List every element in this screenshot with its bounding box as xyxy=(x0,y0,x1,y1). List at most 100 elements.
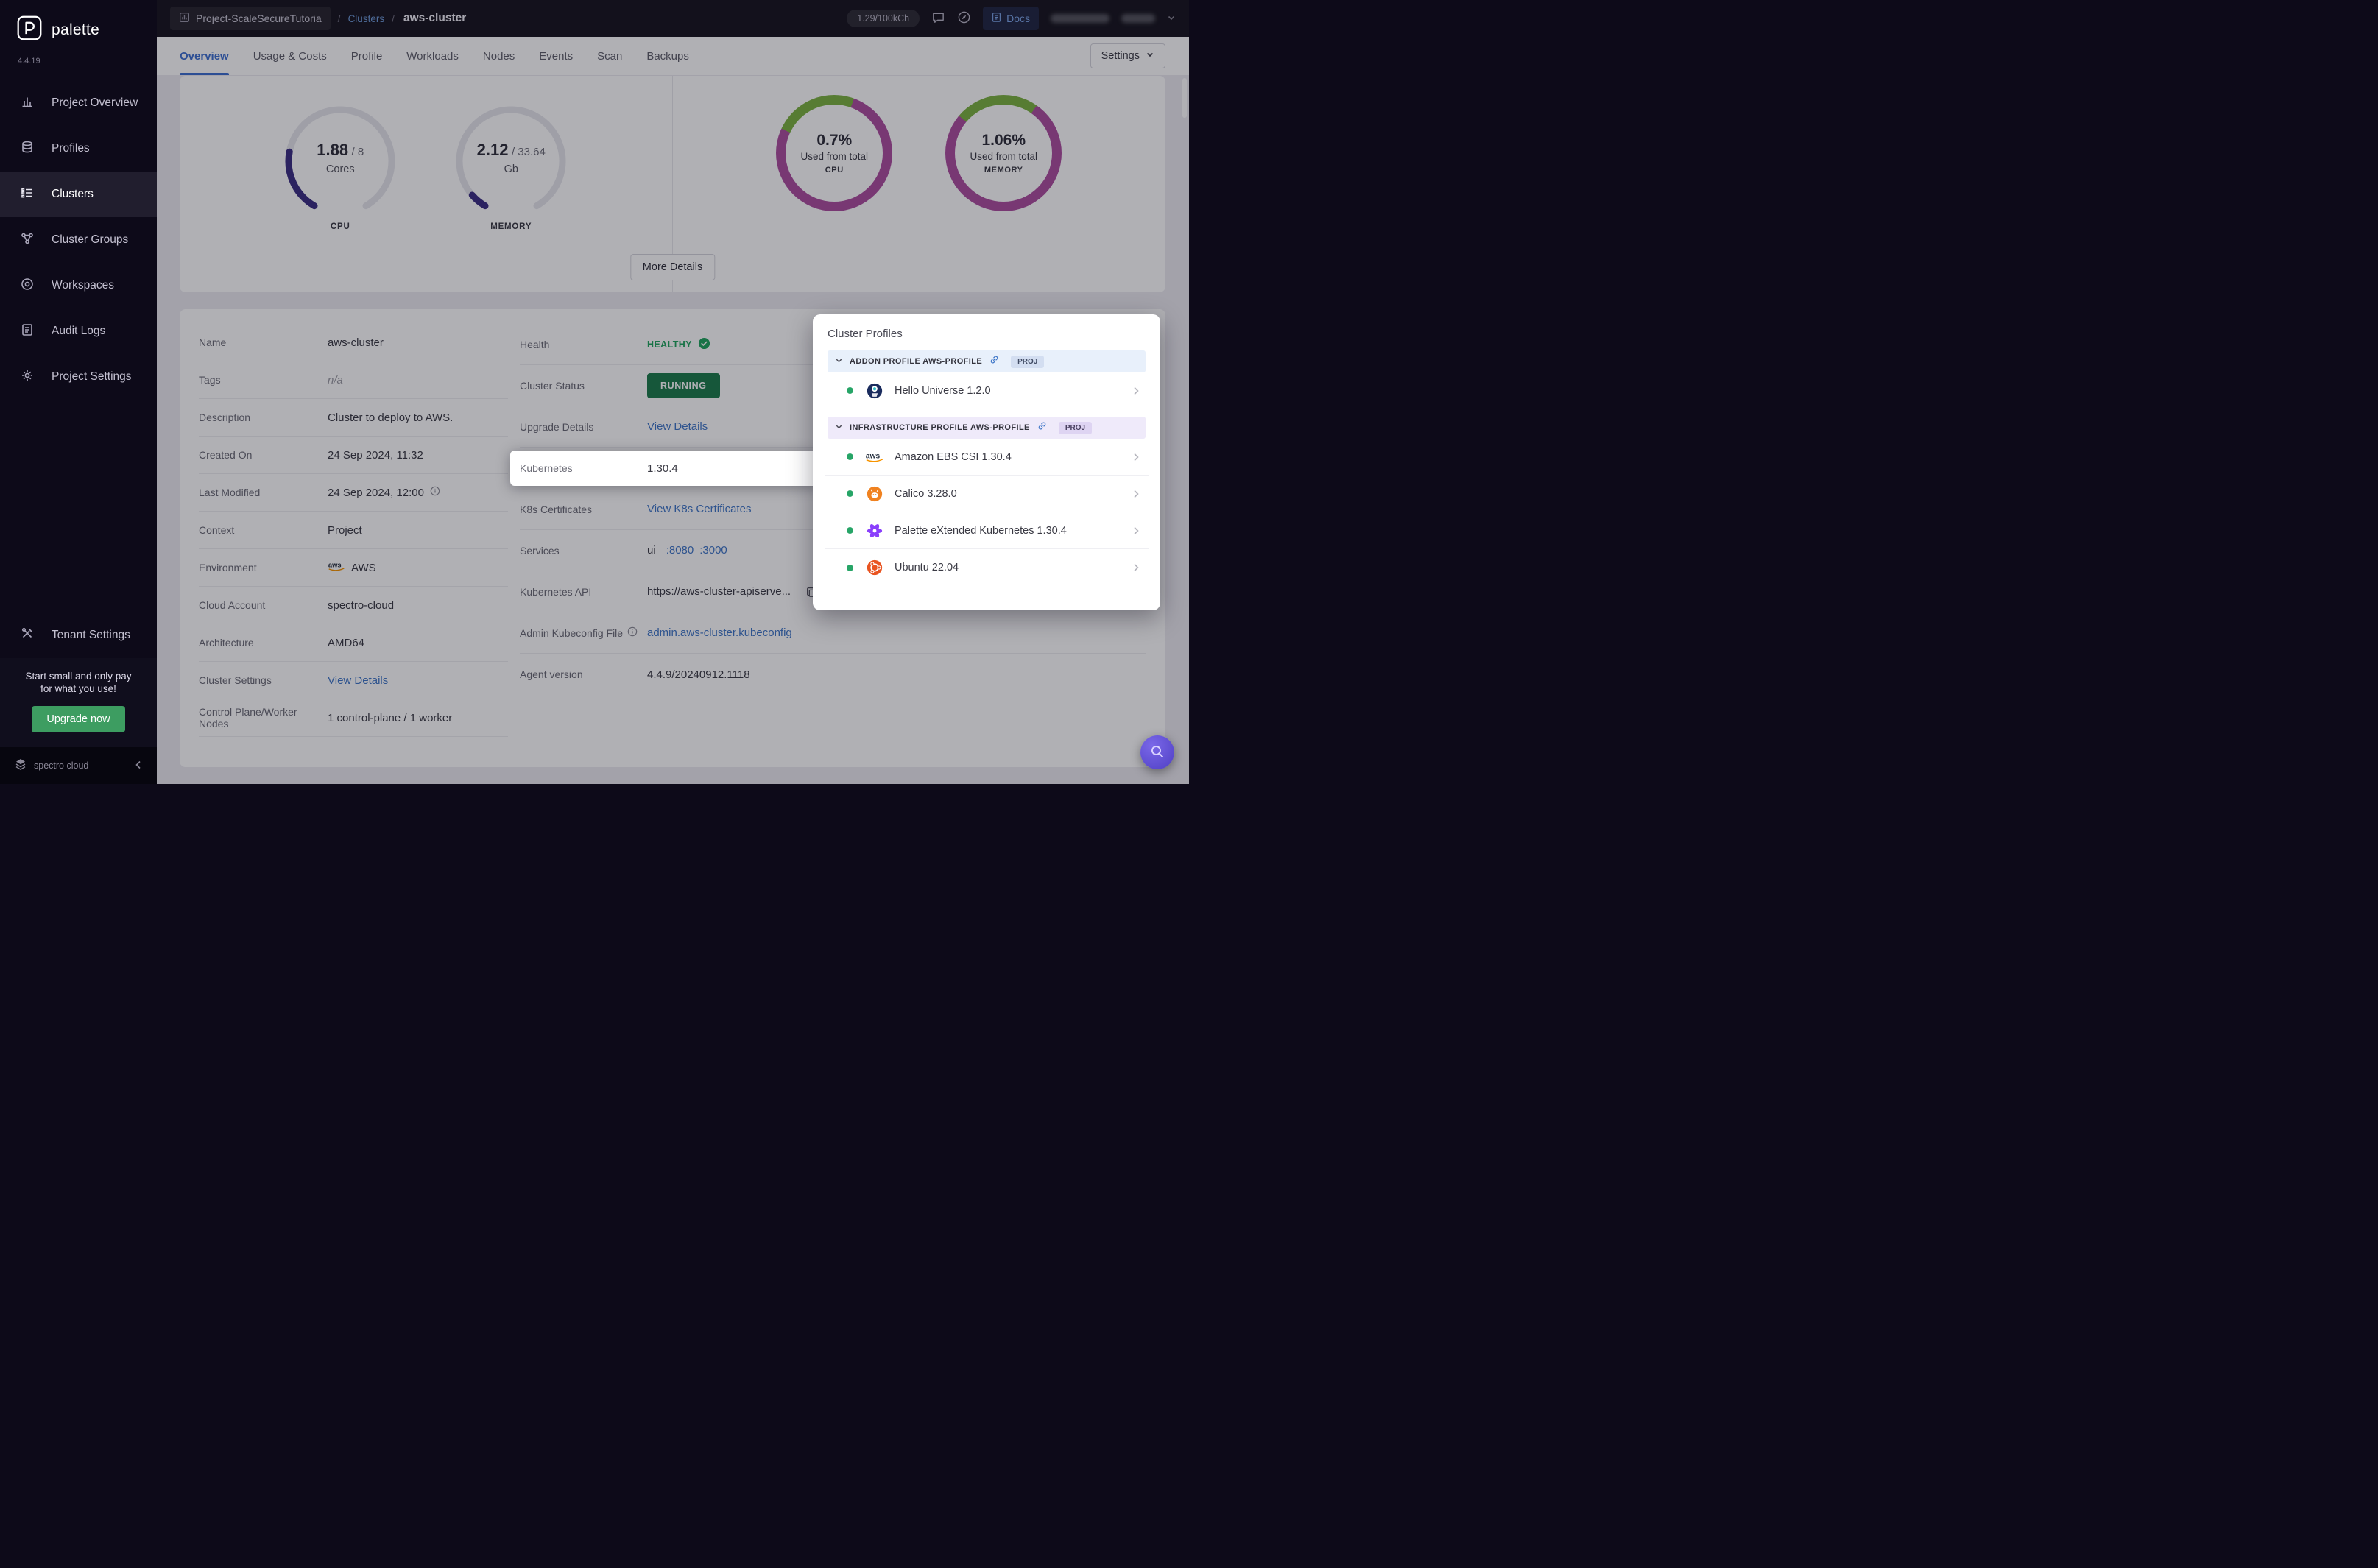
info-icon[interactable] xyxy=(430,486,440,499)
detail-value: spectro-cloud xyxy=(328,598,395,612)
sidebar-item-workspaces[interactable]: Workspaces xyxy=(0,263,157,308)
link-icon[interactable] xyxy=(1037,420,1048,435)
cpu-usage-percent: 0.7% xyxy=(816,132,853,149)
tab-workloads[interactable]: Workloads xyxy=(406,37,459,75)
chevron-down-icon xyxy=(835,355,843,368)
info-icon[interactable] xyxy=(627,626,638,639)
chevron-left-icon xyxy=(133,760,144,772)
detail-row-description: Description Cluster to deploy to AWS. xyxy=(199,399,508,437)
settings-dropdown-button[interactable]: Settings xyxy=(1090,43,1165,68)
detail-label: Tags xyxy=(199,374,221,386)
view-details-link[interactable]: View Details xyxy=(328,674,388,687)
profile-item-name: Amazon EBS CSI 1.30.4 xyxy=(895,451,1012,463)
detail-row-nodes: Control Plane/Worker Nodes 1 control-pla… xyxy=(199,699,508,737)
aws-logo-icon: aws xyxy=(865,448,884,467)
user-menu-button[interactable] xyxy=(1167,13,1176,24)
profile-item-hello-universe[interactable]: Hello Universe 1.2.0 xyxy=(825,372,1149,409)
detail-row-name: Name aws-cluster xyxy=(199,324,508,361)
tab-backups[interactable]: Backups xyxy=(646,37,689,75)
tab-nodes[interactable]: Nodes xyxy=(483,37,515,75)
aws-logo-icon: aws xyxy=(328,560,345,575)
sidebar-item-project-overview[interactable]: Project Overview xyxy=(0,80,157,126)
tab-events[interactable]: Events xyxy=(539,37,573,75)
sidebar-item-label: Cluster Groups xyxy=(52,233,129,246)
infrastructure-profile-header[interactable]: INFRASTRUCTURE PROFILE AWS-PROFILE PROJ xyxy=(828,417,1146,439)
brand-label: spectro cloud xyxy=(34,760,89,771)
view-k8s-certificates-link[interactable]: View K8s Certificates xyxy=(647,503,751,515)
health-value: HEALTHY xyxy=(647,339,692,350)
tab-profile[interactable]: Profile xyxy=(351,37,383,75)
sidebar-item-profiles[interactable]: Profiles xyxy=(0,126,157,172)
service-port-link[interactable]: :3000 xyxy=(699,544,727,557)
profile-item-calico[interactable]: Calico 3.28.0 xyxy=(825,476,1149,512)
detail-row-last-modified: Last Modified 24 Sep 2024, 12:00 xyxy=(199,474,508,512)
collapse-sidebar-button[interactable] xyxy=(133,760,144,772)
layers-icon xyxy=(20,140,35,158)
profile-item-palette-extended-kubernetes[interactable]: Palette eXtended Kubernetes 1.30.4 xyxy=(825,512,1149,549)
status-dot xyxy=(847,564,853,571)
usage-donuts: 0.7% Used from total CPU 1.06% Used from… xyxy=(673,76,1166,292)
svg-text:aws: aws xyxy=(328,561,342,569)
chat-button[interactable] xyxy=(931,10,945,27)
cluster-profiles-title: Cluster Profiles xyxy=(828,328,903,340)
view-details-link[interactable]: View Details xyxy=(647,420,708,433)
addon-profile-header[interactable]: ADDON PROFILE AWS-PROFILE PROJ xyxy=(828,350,1146,372)
chevron-down-icon xyxy=(835,421,843,434)
upgrade-now-button[interactable]: Upgrade now xyxy=(32,706,125,732)
detail-row-cluster-settings: Cluster Settings View Details xyxy=(199,662,508,699)
sidebar-item-cluster-groups[interactable]: Cluster Groups xyxy=(0,217,157,263)
logo-text: palette xyxy=(52,21,100,38)
sidebar-item-audit-logs[interactable]: Audit Logs xyxy=(0,308,157,354)
kubeconfig-download-link[interactable]: admin.aws-cluster.kubeconfig xyxy=(647,626,792,639)
sidebar-item-label: Project Settings xyxy=(52,370,132,383)
memory-gauge-text: 2.12 / 33.64 Gb xyxy=(452,141,570,175)
sidebar-item-project-settings[interactable]: Project Settings xyxy=(0,354,157,400)
main-area: Project-ScaleSecureTutoria / Clusters / … xyxy=(157,0,1189,784)
assistant-fab-button[interactable] xyxy=(1140,735,1174,769)
tab-usage-costs[interactable]: Usage & Costs xyxy=(253,37,327,75)
detail-label: Last Modified xyxy=(199,487,261,498)
status-dot xyxy=(847,490,853,497)
detail-label: Environment xyxy=(199,562,257,573)
breadcrumb-separator: / xyxy=(337,13,341,24)
compass-icon xyxy=(957,10,971,27)
cpu-donut-text: 0.7% Used from total CPU xyxy=(776,95,892,211)
detail-label: Admin Kubeconfig File xyxy=(520,626,624,639)
kubernetes-version-value: 1.30.4 xyxy=(647,462,678,475)
detail-value: 1 control-plane / 1 worker xyxy=(328,711,453,724)
link-icon[interactable] xyxy=(989,354,1000,369)
cpu-used-value: 1.88 xyxy=(317,141,349,159)
breadcrumb-clusters-link[interactable]: Clusters xyxy=(348,13,385,24)
topbar: Project-ScaleSecureTutoria / Clusters / … xyxy=(157,0,1189,37)
running-status-badge[interactable]: RUNNING xyxy=(647,372,720,398)
sidebar-item-clusters[interactable]: Clusters xyxy=(0,172,157,217)
hello-universe-logo-icon xyxy=(865,381,884,400)
detail-label: K8s Certificates xyxy=(520,503,593,515)
sidebar: palette 4.4.19 Project Overview Profiles… xyxy=(0,0,157,784)
detail-label: Cluster Status xyxy=(520,379,585,392)
chevron-down-icon xyxy=(1167,13,1176,24)
tab-scan[interactable]: Scan xyxy=(597,37,622,75)
project-scope-chip[interactable]: Project-ScaleSecureTutoria xyxy=(170,7,331,30)
chat-bubble-icon xyxy=(931,10,945,27)
detail-value: 24 Sep 2024, 12:00 xyxy=(328,486,424,499)
docs-button[interactable]: Docs xyxy=(983,7,1039,30)
explore-button[interactable] xyxy=(957,10,971,27)
scrollbar-thumb[interactable] xyxy=(1182,78,1187,118)
redacted-user-info xyxy=(1051,14,1109,23)
status-dot xyxy=(847,387,853,394)
more-details-button[interactable]: More Details xyxy=(629,254,716,280)
sidebar-item-tenant-settings[interactable]: Tenant Settings xyxy=(0,612,157,658)
ubuntu-logo-icon xyxy=(865,558,884,577)
health-status: HEALTHY xyxy=(647,337,710,352)
sidebar-item-label: Project Overview xyxy=(52,96,138,109)
service-port-link[interactable]: :8080 xyxy=(666,544,694,557)
tab-overview[interactable]: Overview xyxy=(180,37,229,75)
profile-item-amazon-ebs-csi[interactable]: aws Amazon EBS CSI 1.30.4 xyxy=(825,439,1149,476)
gear-icon xyxy=(20,368,35,386)
profile-item-ubuntu[interactable]: Ubuntu 22.04 xyxy=(825,549,1149,586)
sidebar-item-label: Audit Logs xyxy=(52,325,106,337)
upgrade-promo: Start small and only pay for what you us… xyxy=(0,657,157,747)
profile-item-name: Ubuntu 22.04 xyxy=(895,562,959,573)
detail-value: 24 Sep 2024, 11:32 xyxy=(328,448,423,462)
